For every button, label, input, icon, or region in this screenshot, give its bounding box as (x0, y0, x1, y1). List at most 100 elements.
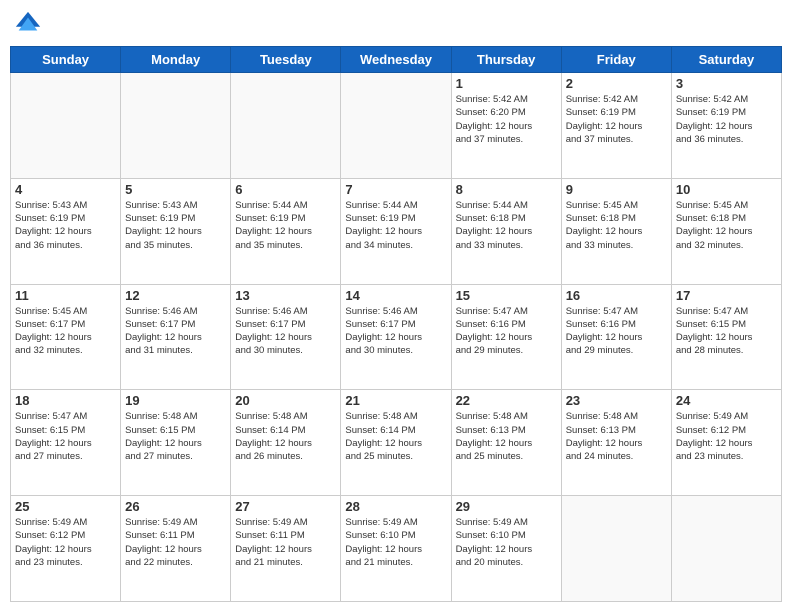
day-number: 6 (235, 182, 336, 197)
day-info: Sunrise: 5:43 AM Sunset: 6:19 PM Dayligh… (125, 199, 226, 252)
day-number: 17 (676, 288, 777, 303)
day-number: 1 (456, 76, 557, 91)
calendar-cell: 9 Sunrise: 5:45 AM Sunset: 6:18 PM Daylig… (561, 178, 671, 284)
calendar-cell: 16 Sunrise: 5:47 AM Sunset: 6:16 PM Dayli… (561, 284, 671, 390)
calendar-cell: 1Sunrise: 5:42 AM Sunset: 6:20 PM Daylig… (451, 73, 561, 179)
calendar-cell: 13Sunrise: 5:46 AM Sunset: 6:17 PM Dayli… (231, 284, 341, 390)
day-number: 25 (15, 499, 116, 514)
calendar-header-row: SundayMondayTuesdayWednesdayThursdayFrid… (11, 47, 782, 73)
calendar-table: SundayMondayTuesdayWednesdayThursdayFrid… (10, 46, 782, 602)
calendar-page: SundayMondayTuesdayWednesdayThursdayFrid… (0, 0, 792, 612)
day-info: Sunrise: 5:49 AM Sunset: 6:12 PM Dayligh… (15, 516, 116, 569)
calendar-cell: 12 Sunrise: 5:46 AM Sunset: 6:17 PM Dayli… (121, 284, 231, 390)
day-number: 7 (345, 182, 446, 197)
day-info: Sunrise: 5:46 AM Sunset: 6:17 PM Dayligh… (345, 305, 446, 358)
calendar-cell: 15 Sunrise: 5:47 AM Sunset: 6:16 PM Dayli… (451, 284, 561, 390)
day-info: Sunrise: 5:48 AM Sunset: 6:14 PM Dayligh… (235, 410, 336, 463)
calendar-week-row: 11 Sunrise: 5:45 AM Sunset: 6:17 PM Dayli… (11, 284, 782, 390)
page-header (10, 10, 782, 38)
day-info: Sunrise: 5:47 AM Sunset: 6:16 PM Dayligh… (456, 305, 557, 358)
calendar-cell (341, 73, 451, 179)
calendar-cell: 28Sunrise: 5:49 AM Sunset: 6:10 PM Dayli… (341, 496, 451, 602)
day-info: Sunrise: 5:45 AM Sunset: 6:18 PM Dayligh… (566, 199, 667, 252)
calendar-cell (671, 496, 781, 602)
day-number: 18 (15, 393, 116, 408)
calendar-cell: 6 Sunrise: 5:44 AM Sunset: 6:19 PM Daylig… (231, 178, 341, 284)
day-info: Sunrise: 5:48 AM Sunset: 6:14 PM Dayligh… (345, 410, 446, 463)
day-info: Sunrise: 5:44 AM Sunset: 6:18 PM Dayligh… (456, 199, 557, 252)
calendar-cell: 18 Sunrise: 5:47 AM Sunset: 6:15 PM Dayli… (11, 390, 121, 496)
day-number: 23 (566, 393, 667, 408)
calendar-week-row: 25 Sunrise: 5:49 AM Sunset: 6:12 PM Dayli… (11, 496, 782, 602)
day-number: 11 (15, 288, 116, 303)
logo (14, 10, 46, 38)
calendar-cell: 8 Sunrise: 5:44 AM Sunset: 6:18 PM Daylig… (451, 178, 561, 284)
weekday-header: Friday (561, 47, 671, 73)
weekday-header: Wednesday (341, 47, 451, 73)
day-info: Sunrise: 5:46 AM Sunset: 6:17 PM Dayligh… (125, 305, 226, 358)
day-info: Sunrise: 5:48 AM Sunset: 6:13 PM Dayligh… (566, 410, 667, 463)
calendar-week-row: 18 Sunrise: 5:47 AM Sunset: 6:15 PM Dayli… (11, 390, 782, 496)
day-info: Sunrise: 5:49 AM Sunset: 6:10 PM Dayligh… (456, 516, 557, 569)
weekday-header: Saturday (671, 47, 781, 73)
logo-icon (14, 10, 42, 38)
calendar-cell: 25 Sunrise: 5:49 AM Sunset: 6:12 PM Dayli… (11, 496, 121, 602)
calendar-cell: 19 Sunrise: 5:48 AM Sunset: 6:15 PM Dayli… (121, 390, 231, 496)
day-number: 3 (676, 76, 777, 91)
day-info: Sunrise: 5:49 AM Sunset: 6:11 PM Dayligh… (125, 516, 226, 569)
calendar-cell: 2 Sunrise: 5:42 AM Sunset: 6:19 PM Daylig… (561, 73, 671, 179)
day-number: 19 (125, 393, 226, 408)
calendar-cell: 29 Sunrise: 5:49 AM Sunset: 6:10 PM Dayli… (451, 496, 561, 602)
day-number: 24 (676, 393, 777, 408)
calendar-cell (561, 496, 671, 602)
calendar-week-row: 4 Sunrise: 5:43 AM Sunset: 6:19 PM Daylig… (11, 178, 782, 284)
calendar-cell: 20 Sunrise: 5:48 AM Sunset: 6:14 PM Dayli… (231, 390, 341, 496)
calendar-cell: 11 Sunrise: 5:45 AM Sunset: 6:17 PM Dayli… (11, 284, 121, 390)
day-number: 4 (15, 182, 116, 197)
calendar-cell: 24 Sunrise: 5:49 AM Sunset: 6:12 PM Dayli… (671, 390, 781, 496)
day-number: 2 (566, 76, 667, 91)
day-info: Sunrise: 5:44 AM Sunset: 6:19 PM Dayligh… (235, 199, 336, 252)
day-number: 14 (345, 288, 446, 303)
day-number: 20 (235, 393, 336, 408)
day-info: Sunrise: 5:49 AM Sunset: 6:12 PM Dayligh… (676, 410, 777, 463)
day-number: 10 (676, 182, 777, 197)
day-info: Sunrise: 5:48 AM Sunset: 6:15 PM Dayligh… (125, 410, 226, 463)
calendar-cell (231, 73, 341, 179)
day-number: 21 (345, 393, 446, 408)
day-number: 8 (456, 182, 557, 197)
calendar-cell: 22 Sunrise: 5:48 AM Sunset: 6:13 PM Dayli… (451, 390, 561, 496)
calendar-cell: 14 Sunrise: 5:46 AM Sunset: 6:17 PM Dayli… (341, 284, 451, 390)
day-number: 15 (456, 288, 557, 303)
calendar-cell: 17Sunrise: 5:47 AM Sunset: 6:15 PM Dayli… (671, 284, 781, 390)
calendar-cell (121, 73, 231, 179)
calendar-cell: 7 Sunrise: 5:44 AM Sunset: 6:19 PM Daylig… (341, 178, 451, 284)
day-info: Sunrise: 5:45 AM Sunset: 6:17 PM Dayligh… (15, 305, 116, 358)
day-info: Sunrise: 5:49 AM Sunset: 6:11 PM Dayligh… (235, 516, 336, 569)
calendar-week-row: 1Sunrise: 5:42 AM Sunset: 6:20 PM Daylig… (11, 73, 782, 179)
day-info: Sunrise: 5:47 AM Sunset: 6:15 PM Dayligh… (15, 410, 116, 463)
calendar-cell: 26Sunrise: 5:49 AM Sunset: 6:11 PM Dayli… (121, 496, 231, 602)
day-info: Sunrise: 5:43 AM Sunset: 6:19 PM Dayligh… (15, 199, 116, 252)
day-info: Sunrise: 5:45 AM Sunset: 6:18 PM Dayligh… (676, 199, 777, 252)
calendar-cell: 27Sunrise: 5:49 AM Sunset: 6:11 PM Dayli… (231, 496, 341, 602)
day-number: 5 (125, 182, 226, 197)
day-number: 12 (125, 288, 226, 303)
day-info: Sunrise: 5:48 AM Sunset: 6:13 PM Dayligh… (456, 410, 557, 463)
day-number: 9 (566, 182, 667, 197)
day-number: 29 (456, 499, 557, 514)
day-number: 16 (566, 288, 667, 303)
calendar-cell: 5 Sunrise: 5:43 AM Sunset: 6:19 PM Daylig… (121, 178, 231, 284)
day-number: 13 (235, 288, 336, 303)
weekday-header: Sunday (11, 47, 121, 73)
calendar-cell: 10 Sunrise: 5:45 AM Sunset: 6:18 PM Dayli… (671, 178, 781, 284)
day-info: Sunrise: 5:44 AM Sunset: 6:19 PM Dayligh… (345, 199, 446, 252)
weekday-header: Thursday (451, 47, 561, 73)
day-info: Sunrise: 5:42 AM Sunset: 6:19 PM Dayligh… (566, 93, 667, 146)
day-info: Sunrise: 5:42 AM Sunset: 6:19 PM Dayligh… (676, 93, 777, 146)
day-number: 22 (456, 393, 557, 408)
day-info: Sunrise: 5:47 AM Sunset: 6:16 PM Dayligh… (566, 305, 667, 358)
day-info: Sunrise: 5:49 AM Sunset: 6:10 PM Dayligh… (345, 516, 446, 569)
weekday-header: Tuesday (231, 47, 341, 73)
calendar-cell (11, 73, 121, 179)
